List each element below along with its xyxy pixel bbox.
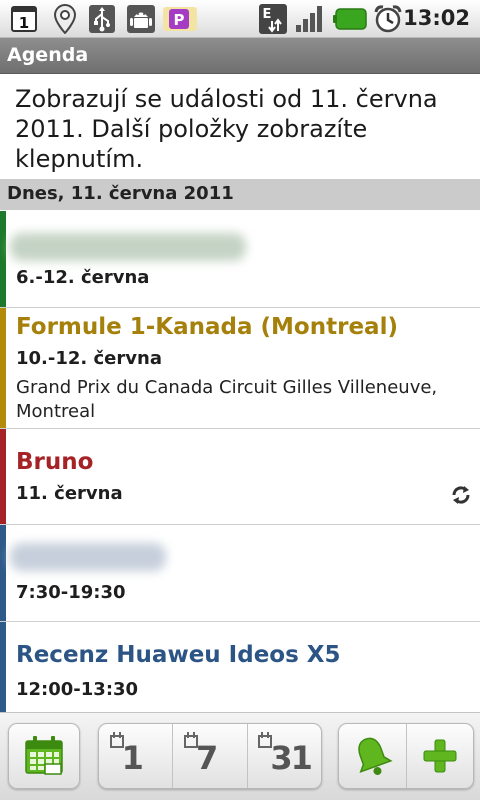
event-item[interactable]: Formule 1-Kanada (Montreal) 10.-12. červ…: [0, 308, 480, 429]
network-type-label: E: [263, 7, 272, 22]
event-color-bar: [0, 622, 6, 712]
agenda-calendar-icon: [9, 724, 79, 788]
event-title: Recenz Huaweu Ideos X5: [16, 642, 341, 668]
status-time: 13:02: [403, 6, 470, 30]
event-title: Bruno: [16, 449, 94, 475]
day-view-button[interactable]: 1: [99, 724, 172, 788]
month-view-label: 31: [270, 739, 313, 777]
day-header: Dnes, 11. června 2011: [0, 179, 480, 210]
signal-icon: [294, 4, 326, 34]
event-location: Grand Prix du Canada Circuit Gilles Vill…: [16, 377, 438, 422]
location-icon: [52, 4, 78, 34]
usb-icon: [88, 4, 116, 34]
event-color-bar: [0, 308, 6, 428]
bell-icon: [358, 737, 393, 776]
event-time: 7:30-19:30: [16, 582, 126, 603]
app-title: Agenda: [7, 44, 89, 66]
agenda-button[interactable]: [8, 723, 80, 789]
event-color-bar: [0, 525, 6, 621]
week-view-button[interactable]: 7: [172, 724, 246, 788]
load-earlier-events-text[interactable]: Zobrazují se události od 11. června 2011…: [15, 84, 473, 174]
event-item[interactable]: 6.-12. června: [0, 211, 480, 308]
add-event-button[interactable]: [405, 724, 474, 788]
event-color-bar: [0, 211, 6, 307]
month-view-icon: 31: [256, 730, 313, 782]
alarm-button[interactable]: [339, 724, 406, 788]
app-title-bar: Agenda: [0, 38, 480, 74]
battery-icon: [332, 4, 368, 34]
event-time: 11. června: [16, 483, 123, 504]
svg-text:P: P: [174, 11, 185, 29]
month-view-button[interactable]: 31: [246, 724, 321, 788]
add-icon: [423, 739, 457, 773]
event-item[interactable]: 7:30-19:30: [0, 525, 480, 622]
day-header-label: Dnes, 11. června 2011: [7, 183, 234, 204]
view-switcher: 1 7 31: [98, 723, 322, 789]
event-color-bar: [0, 429, 6, 524]
event-time: 6.-12. června: [16, 267, 150, 288]
day-view-label: 1: [121, 739, 144, 777]
android-debug-icon: [126, 4, 156, 34]
blurred-event-title: [10, 233, 246, 261]
week-view-icon: 7: [182, 730, 238, 782]
event-item[interactable]: Bruno 11. června: [0, 429, 480, 525]
event-time: 12:00-13:30: [16, 679, 139, 700]
event-title: Formule 1-Kanada (Montreal): [16, 314, 398, 340]
parking-app-icon: P: [162, 4, 198, 34]
notification-count: 1: [19, 14, 29, 32]
sync-icon: [452, 486, 470, 504]
event-item[interactable]: Recenz Huaweu Ideos X5 12:00-13:30: [0, 622, 480, 712]
day-view-icon: 1: [108, 730, 164, 782]
event-time: 10.-12. června: [16, 348, 162, 369]
week-view-label: 7: [195, 739, 218, 777]
edge-network-icon: E: [258, 4, 288, 34]
status-bar[interactable]: 1 P E 13:02: [0, 0, 480, 38]
blurred-event-title: [10, 543, 166, 571]
actions-group: [338, 723, 474, 789]
bottom-toolbar: 1 7 31: [0, 712, 480, 800]
notification-icon: 1: [10, 4, 38, 34]
alarm-icon: [372, 4, 404, 34]
